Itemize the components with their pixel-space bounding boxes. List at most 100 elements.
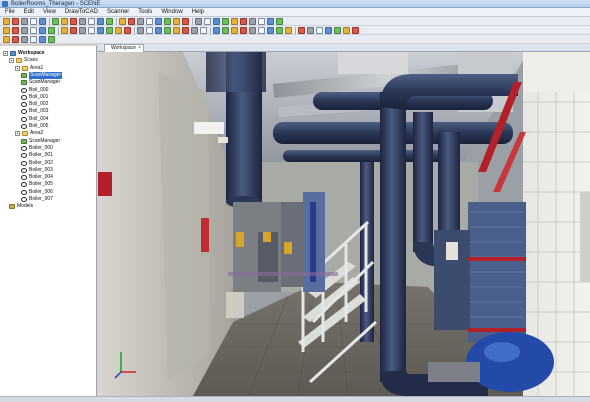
toolbar-button[interactable] [70,18,77,25]
toolbar-button[interactable] [276,18,283,25]
toolbar-button[interactable] [39,36,46,43]
toolbar-button[interactable] [146,18,153,25]
toolbar-button[interactable] [3,18,10,25]
toolbar-button[interactable] [155,18,162,25]
toolbar-button[interactable] [352,27,359,34]
toolbar-button[interactable] [164,27,171,34]
toolbar-button[interactable] [249,18,256,25]
toolbar-button[interactable] [182,27,189,34]
toolbar-button[interactable] [137,27,144,34]
toolbar-button[interactable] [48,36,55,43]
toolbar-button[interactable] [106,18,113,25]
toolbar-button[interactable] [276,27,283,34]
toolbar-button[interactable] [204,18,211,25]
tab-workspace[interactable]: Workspace × [104,44,144,52]
tree-item[interactable]: Boil_000 [21,87,48,94]
toolbar-button[interactable] [3,36,10,43]
tree-item[interactable]: Boiler_007 [21,196,53,203]
toolbar-button[interactable] [52,18,59,25]
close-icon[interactable]: × [138,45,141,52]
tree-item[interactable]: Boiler_005 [21,181,53,188]
toolbar-button[interactable] [137,18,144,25]
toolbar-button[interactable] [48,27,55,34]
toolbar-button[interactable] [21,18,28,25]
expand-toggle-icon[interactable] [15,131,20,137]
toolbar-button[interactable] [195,18,202,25]
tree-item[interactable]: Boil_001 [21,94,48,101]
toolbar-button[interactable] [70,27,77,34]
tree-item[interactable]: Boiler_001 [21,152,53,159]
tree-item[interactable]: Workspace [3,50,45,57]
toolbar-button[interactable] [191,27,198,34]
menu-drawtocad[interactable]: DrawToCAD [65,8,98,17]
toolbar-button[interactable] [61,27,68,34]
toolbar-button[interactable] [79,18,86,25]
toolbar-button[interactable] [222,18,229,25]
tree-item[interactable]: Boil_005 [21,123,48,130]
toolbar-button[interactable] [30,18,37,25]
toolbar-button[interactable] [12,36,19,43]
toolbar-button[interactable] [155,27,162,34]
toolbar-button[interactable] [39,18,46,25]
toolbar-button[interactable] [267,18,274,25]
toolbar-button[interactable] [30,27,37,34]
toolbar-button[interactable] [298,27,305,34]
toolbar-button[interactable] [61,18,68,25]
tree-item[interactable]: ScanManager [21,79,60,86]
toolbar-button[interactable] [200,27,207,34]
toolbar-button[interactable] [106,27,113,34]
toolbar-button[interactable] [173,18,180,25]
toolbar-button[interactable] [249,27,256,34]
tree-item[interactable]: Boiler_000 [21,145,53,152]
expand-toggle-icon[interactable] [9,58,14,64]
tree-item[interactable]: Boil_004 [21,116,48,123]
toolbar-button[interactable] [30,36,37,43]
toolbar-button[interactable] [285,27,292,34]
tree-item[interactable]: Scans [9,57,38,64]
toolbar-button[interactable] [316,27,323,34]
toolbar-button[interactable] [79,27,86,34]
toolbar-button[interactable] [182,18,189,25]
menu-file[interactable]: File [5,8,15,17]
toolbar-button[interactable] [258,18,265,25]
toolbar-button[interactable] [307,27,314,34]
toolbar-button[interactable] [39,27,46,34]
tree-item[interactable]: Boil_003 [21,108,48,115]
tree-item[interactable]: Area1 [15,65,43,72]
menu-help[interactable]: Help [192,8,204,17]
toolbar-button[interactable] [115,27,122,34]
toolbar-button[interactable] [88,18,95,25]
toolbar-button[interactable] [128,18,135,25]
toolbar-button[interactable] [88,27,95,34]
scan-3d-viewport[interactable] [98,52,590,396]
toolbar-button[interactable] [213,27,220,34]
toolbar-button[interactable] [231,27,238,34]
toolbar-button[interactable] [173,27,180,34]
menu-tools[interactable]: Tools [138,8,152,17]
menu-scanner[interactable]: Scanner [107,8,129,17]
toolbar-button[interactable] [21,36,28,43]
tree-item[interactable]: Models [9,203,33,210]
toolbar-button[interactable] [334,27,341,34]
toolbar-button[interactable] [213,18,220,25]
toolbar-button[interactable] [267,27,274,34]
toolbar-button[interactable] [146,27,153,34]
toolbar-button[interactable] [325,27,332,34]
tree-item[interactable]: ScanManager [21,138,60,145]
toolbar-button[interactable] [240,27,247,34]
tree-item[interactable]: Boiler_002 [21,160,53,167]
toolbar-button[interactable] [21,27,28,34]
toolbar-button[interactable] [97,18,104,25]
toolbar-button[interactable] [119,18,126,25]
menu-window[interactable]: Window [161,8,182,17]
tree-item[interactable]: Boiler_006 [21,189,53,196]
toolbar-button[interactable] [12,27,19,34]
toolbar-button[interactable] [240,18,247,25]
expand-toggle-icon[interactable] [3,51,8,56]
tree-item[interactable]: Boiler_003 [21,167,53,174]
tree-item[interactable]: Area2 [15,130,43,137]
menu-edit[interactable]: Edit [24,8,34,17]
toolbar-button[interactable] [97,27,104,34]
toolbar-button[interactable] [222,27,229,34]
menu-view[interactable]: View [43,8,56,17]
